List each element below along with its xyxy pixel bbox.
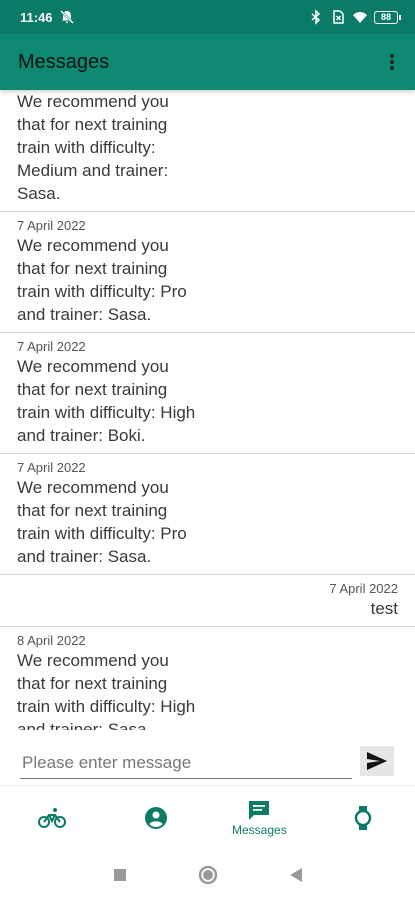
message-date: 7 April 2022 <box>329 581 398 596</box>
nav-item-watch[interactable] <box>311 786 415 849</box>
page-title: Messages <box>18 50 110 73</box>
message-item: 7 April 2022 We recommend you that for n… <box>0 212 415 333</box>
status-time: 11:46 <box>20 9 53 25</box>
message-text: We recommend you that for next training … <box>17 478 187 566</box>
message-text: We recommend you that for next training … <box>17 651 196 730</box>
send-button[interactable] <box>360 746 394 776</box>
message-composer <box>0 738 415 784</box>
bluetooth-icon <box>311 9 321 25</box>
messages-icon <box>249 800 270 820</box>
profile-icon <box>144 806 167 829</box>
nav-label-messages: Messages <box>232 822 287 837</box>
message-item: 8 April 2022 We recommend you that for n… <box>0 627 415 730</box>
message-item: We recommend you that for next training … <box>0 90 415 212</box>
message-text: We recommend you that for next training … <box>17 236 187 324</box>
message-date: 7 April 2022 <box>17 218 86 233</box>
watch-icon <box>354 805 372 830</box>
message-date: 7 April 2022 <box>17 460 86 475</box>
recents-icon[interactable] <box>113 868 127 882</box>
message-text: test <box>370 599 398 618</box>
nav-item-messages[interactable]: Messages <box>208 786 312 849</box>
sim-card-icon <box>333 10 344 24</box>
message-item: 7 April 2022 We recommend you that for n… <box>0 454 415 575</box>
message-text: We recommend you that for next training … <box>17 92 169 203</box>
app-bar: Messages <box>0 34 415 90</box>
send-icon <box>367 752 387 770</box>
message-input[interactable] <box>20 743 352 779</box>
home-icon[interactable] <box>197 864 219 886</box>
battery-level: 88 <box>380 11 391 22</box>
message-item-sent: 7 April 2022 test <box>0 575 415 627</box>
bottom-navigation: Messages <box>0 785 415 849</box>
message-text: We recommend you that for next training … <box>17 357 196 445</box>
message-date: 7 April 2022 <box>17 339 86 354</box>
more-vert-icon[interactable] <box>385 50 399 74</box>
system-navigation <box>0 850 415 900</box>
bike-icon <box>37 807 66 828</box>
wifi-icon <box>353 12 367 23</box>
message-item: 7 April 2022 We recommend you that for n… <box>0 333 415 454</box>
status-bar: 11:46 88 <box>0 0 415 34</box>
back-icon[interactable] <box>289 867 303 883</box>
nav-item-training[interactable] <box>0 786 104 849</box>
nav-item-profile[interactable] <box>104 786 208 849</box>
do-not-disturb-icon <box>59 10 74 24</box>
message-date: 8 April 2022 <box>17 633 86 648</box>
message-list[interactable]: We recommend you that for next training … <box>0 90 415 730</box>
battery-indicator: 88 <box>374 10 401 24</box>
